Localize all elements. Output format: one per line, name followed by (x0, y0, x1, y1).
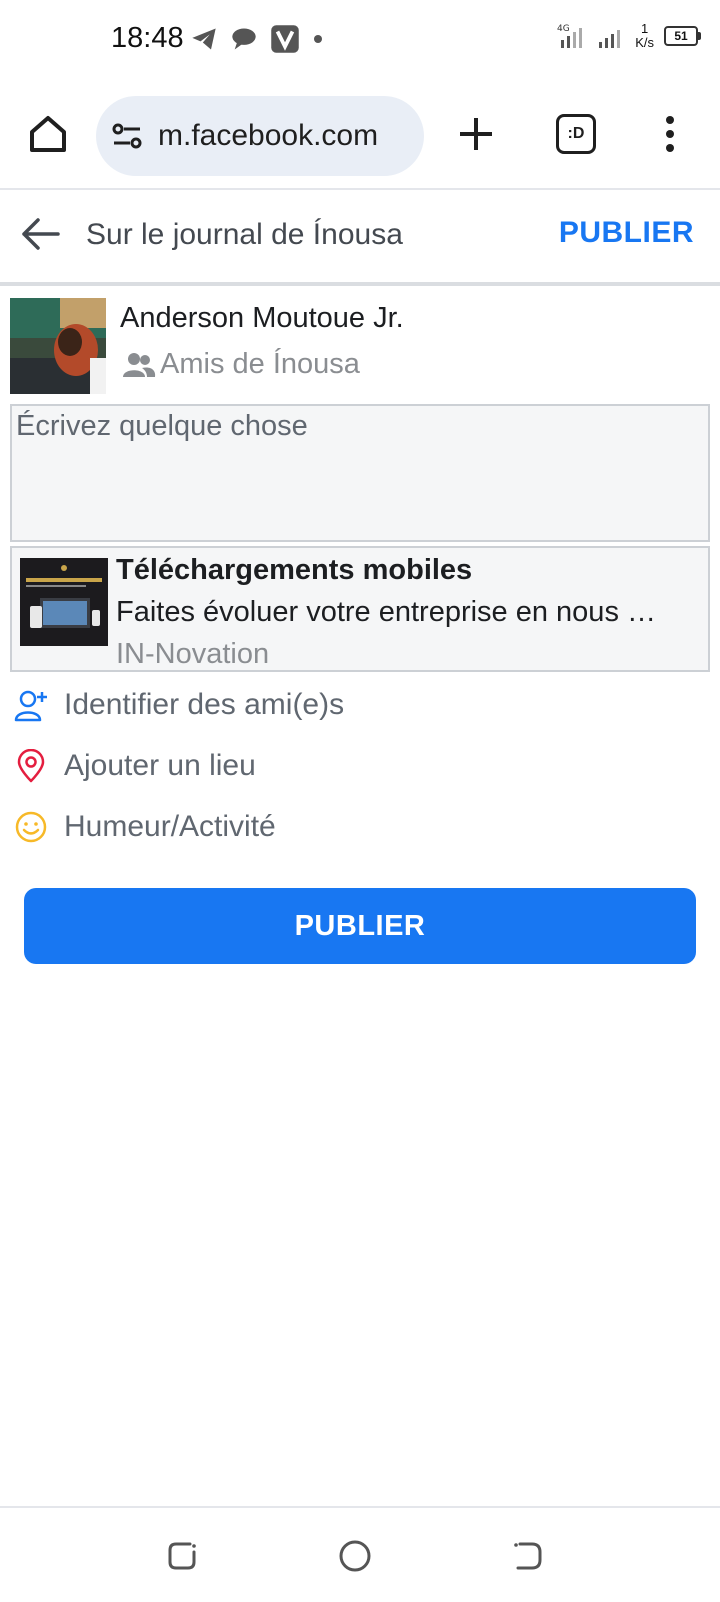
system-icons: 4G 1 K/s 51 (557, 21, 701, 50)
signal-icon (599, 30, 621, 48)
page-title: Sur le journal de Ínousa (86, 218, 403, 251)
tag-friends-label: Identifier des ami(e)s (64, 688, 345, 721)
post-text-area[interactable]: Écrivez quelque chose (10, 404, 710, 542)
tag-friends-action[interactable]: Identifier des ami(e)s (14, 680, 614, 730)
recent-apps-icon[interactable] (164, 1538, 200, 1574)
status-time: 18:48 (111, 22, 184, 54)
battery-icon: 51 (664, 26, 701, 46)
avatar (10, 298, 106, 394)
tag-friend-icon (14, 688, 48, 722)
mood-activity-label: Humeur/Activité (64, 810, 276, 843)
telegram-icon (192, 28, 216, 50)
post-author: Anderson Moutoue Jr. Amis de Ínousa (10, 298, 710, 394)
system-navigation-bar (0, 1506, 720, 1602)
notification-icons (190, 24, 324, 54)
status-bar: 18:48 4G 1 K/s 51 (0, 0, 720, 80)
add-location-label: Ajouter un lieu (64, 749, 256, 782)
audience-selector[interactable]: Amis de Ínousa (122, 348, 360, 381)
link-preview-card[interactable]: Téléchargements mobiles Faites évoluer v… (10, 546, 710, 672)
address-bar[interactable]: m.facebook.com (96, 96, 424, 176)
vpn-app-icon (271, 25, 299, 53)
home-nav-icon[interactable] (337, 1538, 373, 1574)
chat-bubble-icon (232, 28, 256, 50)
url-text[interactable]: m.facebook.com (158, 119, 378, 153)
publish-button[interactable]: PUBLIER (24, 888, 696, 964)
link-preview-title: Téléchargements mobiles (116, 554, 473, 586)
new-tab-icon[interactable] (456, 114, 496, 154)
composer-placeholder: Écrivez quelque chose (16, 410, 308, 442)
browser-toolbar: m.facebook.com :D (0, 88, 720, 190)
location-pin-icon (14, 749, 48, 783)
more-menu-icon[interactable] (660, 112, 680, 156)
home-icon[interactable] (26, 112, 70, 156)
signal-4g-icon: 4G (557, 24, 583, 48)
back-nav-icon[interactable] (510, 1538, 546, 1574)
tab-switcher-button[interactable]: :D (556, 114, 596, 154)
back-arrow-icon[interactable] (20, 214, 60, 254)
site-settings-icon[interactable] (110, 119, 144, 153)
audience-label: Amis de Ínousa (160, 348, 360, 380)
add-location-action[interactable]: Ajouter un lieu (14, 741, 614, 791)
dot-icon (314, 35, 322, 43)
link-preview-description: Faites évoluer votre entreprise en nous … (116, 596, 656, 628)
header-publish-button[interactable]: PUBLIER (559, 216, 694, 250)
svg-text:4G: 4G (557, 24, 570, 34)
composer-header: Sur le journal de Ínousa PUBLIER (0, 192, 720, 286)
friends-icon (123, 352, 156, 377)
link-preview-image (20, 558, 108, 646)
author-name: Anderson Moutoue Jr. (120, 302, 404, 334)
link-preview-source: IN-Novation (116, 638, 270, 670)
network-speed: 1 K/s (635, 21, 654, 50)
mood-activity-action[interactable]: Humeur/Activité (14, 802, 614, 852)
smiley-icon (14, 810, 48, 844)
